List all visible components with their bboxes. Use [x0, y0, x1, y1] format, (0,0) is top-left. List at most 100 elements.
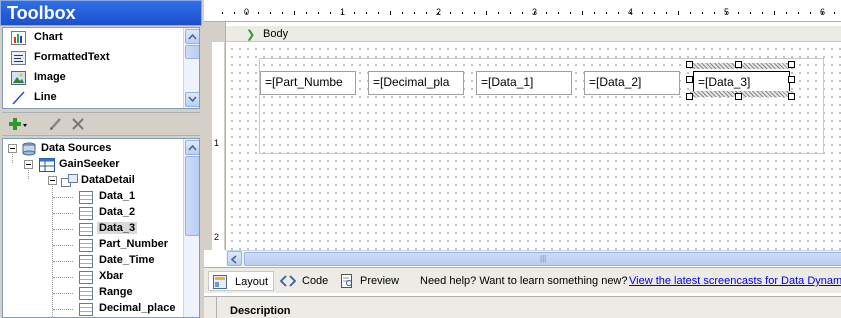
field-icon	[79, 287, 93, 300]
toolbox-item-label: Chart	[34, 31, 63, 43]
field-icon	[79, 223, 93, 236]
chevron-up-icon	[188, 33, 197, 40]
tab-layout[interactable]: Layout	[208, 271, 274, 291]
description-label: Description	[230, 305, 291, 317]
tree-label: Decimal_place	[99, 302, 176, 314]
ruler-label: 5	[724, 7, 730, 17]
resize-handle[interactable]	[735, 93, 742, 100]
add-icon[interactable]	[8, 116, 27, 134]
collapse-icon[interactable]	[24, 160, 33, 169]
toolbox-list: Chart FormattedText Image Line	[2, 27, 200, 109]
tree-label: Range	[99, 286, 133, 298]
toolbox-item-chart[interactable]: Chart	[3, 28, 183, 48]
image-icon	[11, 71, 26, 85]
preview-icon	[340, 274, 354, 291]
chevron-down-icon	[188, 96, 197, 103]
tree-label: Data Sources	[41, 142, 112, 154]
resize-handle[interactable]	[788, 61, 795, 68]
toolbox-item-line[interactable]: Line	[3, 88, 183, 108]
field-icon	[79, 207, 93, 220]
field-icon	[79, 303, 93, 316]
tab-code[interactable]: Code	[278, 271, 332, 291]
chart-icon	[11, 31, 26, 45]
field-icon	[79, 191, 93, 204]
resize-handle[interactable]	[788, 93, 795, 100]
collapse-icon[interactable]	[8, 144, 17, 153]
scroll-left-button[interactable]	[227, 251, 242, 266]
tree-node-field[interactable]: Data_3	[3, 221, 183, 237]
scroll-up-button[interactable]	[185, 140, 199, 155]
tree-label: DataDetail	[81, 174, 135, 186]
tree-label: Data_1	[99, 190, 136, 202]
textbox-data-2[interactable]: =[Data_2]	[584, 71, 680, 95]
ruler-label: 2	[436, 7, 442, 17]
bottom-tab-bar: Layout Code Preview Need help? Want to l…	[204, 267, 841, 293]
tree-scrollbar[interactable]	[183, 139, 199, 317]
tab-preview[interactable]: Preview	[338, 271, 404, 291]
tree-node-gainseeker[interactable]: GainSeeker	[3, 157, 183, 173]
tree-label: Xbar	[99, 270, 124, 282]
field-icon	[79, 271, 93, 284]
textbox-part-number[interactable]: =[Part_Numbe	[260, 71, 356, 95]
tree-node-field[interactable]: Date_Time	[3, 253, 183, 269]
report-designer: 0 1 2 3 4 5 6 1 2 ❯ Body =[Part_Numbe =[Decima…	[204, 0, 841, 318]
scroll-thumb[interactable]	[185, 156, 199, 236]
tree-node-data-sources[interactable]: Data Sources	[3, 141, 183, 157]
toolbox-item-formattedtext[interactable]: FormattedText	[3, 48, 183, 68]
tree-node-field[interactable]: Xbar	[3, 269, 183, 285]
ruler-label: 6	[820, 7, 826, 17]
tab-label: Code	[302, 275, 329, 287]
resize-handle[interactable]	[735, 61, 742, 68]
report-body-area[interactable]: =[Part_Numbe =[Decimal_pla =[Data_1] =[D…	[259, 58, 824, 154]
left-ruler: 1 2	[204, 22, 226, 250]
toolbox-item-label: FormattedText	[34, 51, 110, 63]
ruler-label: 1	[214, 138, 220, 148]
resize-handle[interactable]	[788, 76, 795, 83]
ruler-label: 4	[628, 7, 634, 17]
scroll-thumb[interactable]	[185, 45, 199, 59]
tab-label: Layout	[235, 276, 269, 288]
scroll-down-button[interactable]	[185, 92, 199, 107]
collapse-icon[interactable]	[48, 176, 57, 185]
tree-label: GainSeeker	[59, 158, 120, 170]
data-sources-toolbar	[2, 112, 200, 136]
resize-handle[interactable]	[686, 93, 693, 100]
field-icon	[79, 239, 93, 252]
chevron-left-icon	[230, 255, 237, 264]
tree-label: Date_Time	[99, 254, 155, 266]
edit-icon[interactable]	[48, 116, 66, 134]
delete-icon[interactable]	[70, 116, 88, 134]
toolbox-scrollbar[interactable]	[183, 28, 199, 108]
band-label: Body	[263, 28, 289, 40]
resize-handle[interactable]	[686, 61, 693, 68]
tree-node-field[interactable]: Decimal_place	[3, 301, 183, 317]
scroll-thumb[interactable]: |||	[244, 252, 841, 266]
scroll-up-button[interactable]	[185, 29, 199, 44]
body-band-header[interactable]: ❯ Body	[226, 26, 841, 42]
ruler-label: 3	[532, 7, 538, 17]
textbox-data-1[interactable]: =[Data_1]	[476, 71, 572, 95]
tree-node-field[interactable]: Data_2	[3, 205, 183, 221]
toolbox-title: Toolbox	[7, 3, 76, 23]
line-icon	[11, 91, 26, 105]
toolbox-item-label: Image	[34, 71, 66, 83]
ruler-label: 1	[340, 7, 346, 17]
field-icon	[79, 255, 93, 268]
tab-label: Preview	[360, 275, 400, 287]
tree-node-datadetail[interactable]: DataDetail	[3, 173, 183, 189]
tree-node-field[interactable]: Range	[3, 285, 183, 301]
code-icon	[279, 274, 297, 291]
horizontal-scrollbar[interactable]: |||	[226, 250, 841, 266]
tree-label: Data_2	[99, 206, 136, 218]
band-icon: ❯	[246, 29, 256, 41]
top-ruler: 0 1 2 3 4 5 6	[204, 0, 841, 22]
design-canvas[interactable]: =[Part_Numbe =[Decimal_pla =[Data_1] =[D…	[226, 43, 841, 250]
toolbox-header: Toolbox	[0, 0, 202, 26]
textbox-decimal-place[interactable]: =[Decimal_pla	[368, 71, 464, 95]
data-sources-tree: Data Sources GainSeeker DataDetail Data_…	[2, 138, 200, 318]
toolbox-item-image[interactable]: Image	[3, 68, 183, 88]
screencasts-link[interactable]: View the latest screencasts for Data Dyn…	[629, 275, 841, 287]
resize-handle[interactable]	[686, 76, 693, 83]
tree-node-field[interactable]: Part_Number	[3, 237, 183, 253]
tree-node-field[interactable]: Data_1	[3, 189, 183, 205]
